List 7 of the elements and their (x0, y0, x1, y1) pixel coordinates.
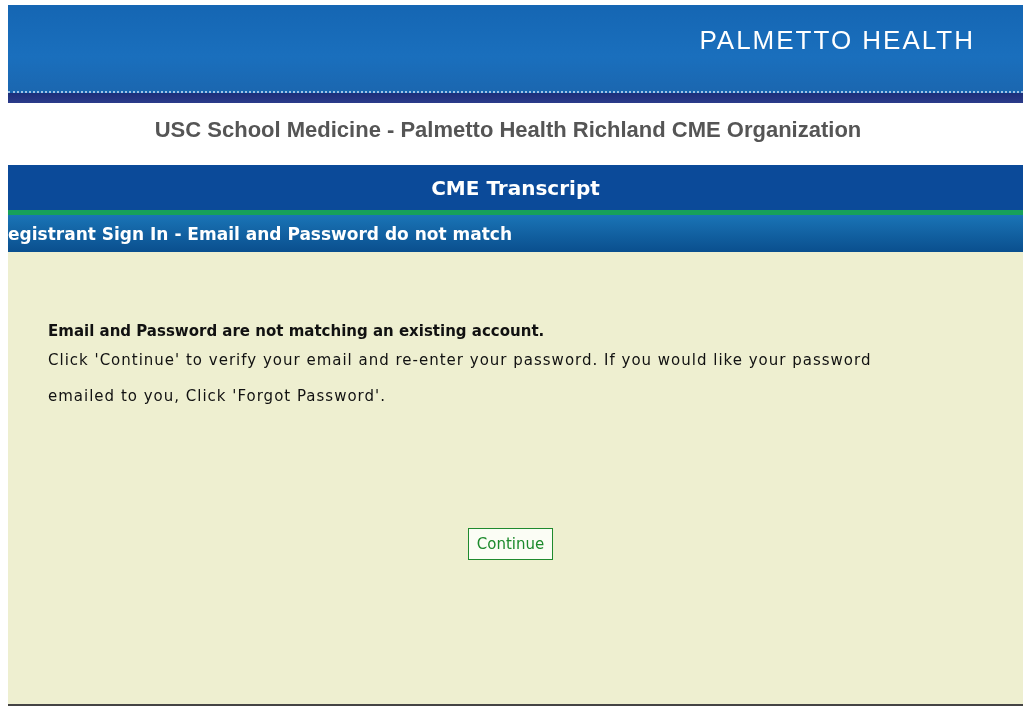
page-title: CME Transcript (431, 175, 600, 200)
organization-title: USC School Medicine - Palmetto Health Richland CME Organization (153, 116, 863, 144)
message-text: Click 'Continue' to verify your email and re-enter your password. If you would like your password emailed to you, Click 'Forgot Password'. (48, 350, 873, 407)
section-title: egistrant Sign In - Email and Password do not match (8, 223, 513, 244)
continue-button[interactable]: Continue (467, 528, 554, 560)
message-heading: Email and Password are not matching an existing account. (48, 321, 546, 342)
brand-name: PALMETTO HEALTH (699, 24, 975, 56)
